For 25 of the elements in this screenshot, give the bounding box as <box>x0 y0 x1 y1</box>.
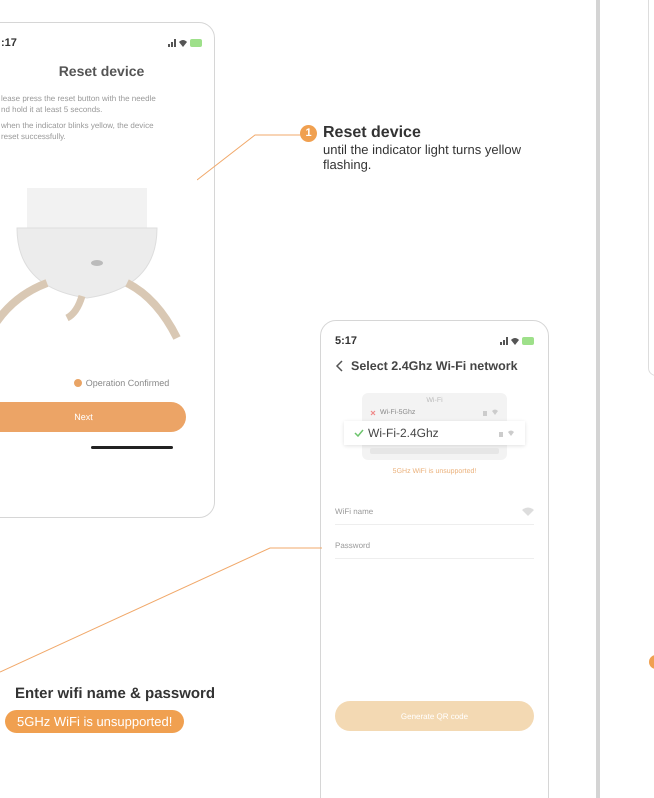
back-icon[interactable] <box>335 360 343 372</box>
lock-wifi-icon <box>483 409 499 416</box>
instruction-text: nd hold it at least 5 seconds. <box>1 104 104 115</box>
screen-title: Select 2.4Ghz Wi-Fi network <box>351 359 518 373</box>
step-title: Reset device <box>323 124 421 142</box>
status-icons <box>500 336 534 346</box>
wifi-icon <box>522 507 534 516</box>
instruction-text: reset successfully. <box>1 131 67 142</box>
warning-badge: 5GHz WiFi is unsupported! <box>5 710 184 733</box>
network-item[interactable]: Wi-Fi-2.4Ghz <box>344 421 525 445</box>
screen-title: Reset device <box>58 63 146 79</box>
next-button[interactable]: Next <box>0 402 186 432</box>
lock-wifi-icon <box>499 430 515 436</box>
step-description: until the indicator light turns yellow flashing. <box>323 142 522 172</box>
confirm-label: Operation Confirmed <box>86 378 170 388</box>
step-title: Enter wifi name & password <box>15 685 216 702</box>
instruction-text: lease press the reset button with the needle <box>1 93 157 104</box>
input-field[interactable]: Password <box>335 533 534 558</box>
status-time: 5:17 <box>335 335 358 347</box>
status-icons <box>168 38 202 48</box>
step-number: 1 <box>300 124 317 142</box>
status-time: :17 <box>1 37 17 49</box>
instruction-text: when the indicator blinks yellow, the device <box>1 120 155 131</box>
confirm-radio[interactable] <box>74 379 82 387</box>
input-field[interactable]: WiFi name <box>335 499 522 524</box>
